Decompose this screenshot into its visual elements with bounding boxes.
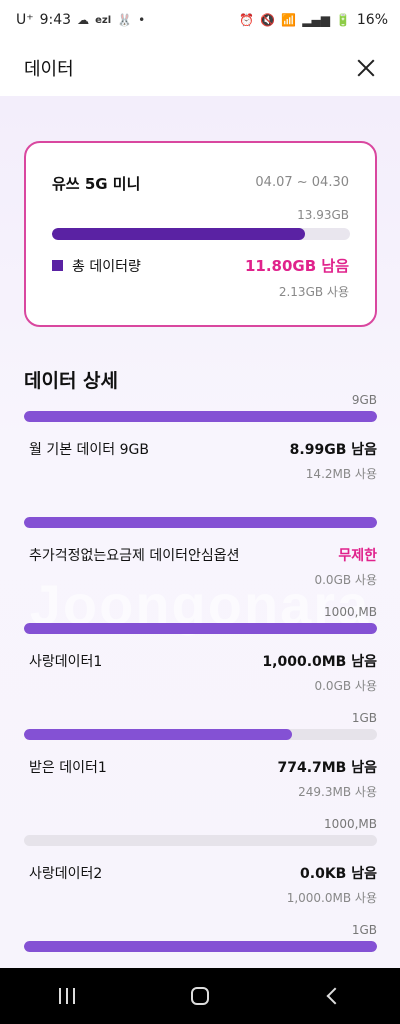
detail-name: 사랑데이터2 [29, 866, 103, 882]
notif-text: ezl [95, 14, 112, 26]
rabbit-icon: 🐰 [117, 13, 133, 27]
detail-used: 1,000.0MB 사용 [286, 891, 377, 905]
status-left: U⁺ 9:43 ☁ ezl 🐰 • [16, 12, 145, 28]
detail-progress-track [24, 941, 377, 952]
signal-icon: ▂▄▆ [302, 13, 330, 27]
content-area[interactable]: 유쓰 5G 미니 04.07 ~ 04.30 13.93GB 총 데이터량 11… [0, 96, 400, 968]
detail-limit: 9GB [351, 393, 377, 407]
dot-icon: • [138, 13, 146, 27]
summary-progress-fill [52, 228, 306, 240]
detail-item: 9GB 월 기본 데이터 9GB 8.99GB 남음 14.2MB 사용 [0, 386, 400, 492]
detail-name: 사랑데이터1 [29, 654, 103, 670]
app-header: 데이터 [0, 40, 400, 96]
detail-name: 월 기본 데이터 9GB [29, 442, 149, 458]
plan-name: 유쓰 5G 미니 [52, 175, 141, 193]
status-right: ⏰ 🔇 📶 ▂▄▆ 🔋 16% [239, 12, 388, 28]
detail-remaining: 8.99GB 남음 [289, 442, 377, 458]
back-icon [326, 987, 344, 1005]
wifi-icon: 📶 [281, 13, 297, 27]
detail-progress-track [24, 623, 377, 634]
plan-total: 13.93GB [297, 208, 349, 222]
summary-progress-track [52, 228, 350, 240]
detail-limit: 1GB [351, 711, 377, 725]
detail-item: 추가걱정없는요금제 데이터안심옵션 무제한 0.0GB 사용 [0, 492, 400, 598]
battery-icon: 🔋 [335, 13, 351, 27]
detail-item: 1000,MB 사랑데이터2 0.0KB 남음 1,000.0MB 사용 [0, 810, 400, 916]
detail-list: 9GB 월 기본 데이터 9GB 8.99GB 남음 14.2MB 사용추가걱정없는요… [0, 386, 400, 968]
close-icon[interactable] [352, 54, 380, 82]
detail-used: 0.0GB 사용 [314, 679, 377, 693]
detail-progress-track [24, 517, 377, 528]
status-bar: U⁺ 9:43 ☁ ezl 🐰 • ⏰ 🔇 📶 ▂▄▆ 🔋 16% [0, 0, 400, 40]
carrier-label: U⁺ [16, 12, 34, 28]
detail-name: 추가걱정없는요금제 데이터안심옵션 [29, 548, 240, 564]
alarm-icon: ⏰ [239, 13, 255, 27]
detail-item: 1GB 받은 데이터1 774.7MB 남음 249.3MB 사용 [0, 704, 400, 810]
detail-item: 1000,MB 사랑데이터1 1,000.0MB 남음 0.0GB 사용 [0, 598, 400, 704]
detail-remaining: 무제한 [338, 548, 377, 564]
recents-icon [58, 988, 75, 1004]
detail-progress-fill [24, 411, 377, 422]
detail-progress-track [24, 411, 377, 422]
detail-remaining: 774.7MB 남음 [277, 760, 377, 776]
home-icon [190, 987, 209, 1005]
detail-progress-track [24, 729, 377, 740]
cloud-icon: ☁ [77, 13, 90, 27]
detail-limit: 1000,MB [324, 817, 377, 831]
time-label: 9:43 [39, 12, 72, 28]
page-title: 데이터 [24, 59, 74, 80]
detail-progress-track [24, 835, 377, 846]
detail-remaining: 0.0KB 남음 [300, 866, 377, 882]
back-button[interactable] [303, 976, 363, 1016]
mute-icon: 🔇 [260, 13, 276, 27]
detail-used: 0.0GB 사용 [314, 573, 377, 587]
detail-progress-fill [24, 941, 377, 952]
detail-used: 249.3MB 사용 [298, 785, 377, 799]
detail-progress-fill [24, 517, 377, 528]
summary-used: 2.13GB 사용 [278, 285, 349, 299]
plan-period: 04.07 ~ 04.30 [255, 175, 349, 190]
battery-label: 16% [356, 12, 388, 28]
detail-limit: 1GB [351, 923, 377, 937]
summary-remaining: 11.80GB 남음 [244, 257, 349, 275]
legend-square [52, 260, 63, 271]
navigation-bar [0, 968, 400, 1024]
detail-item: 1GB받은 데이터21.00GB 남음 [0, 916, 400, 968]
recents-button[interactable] [37, 976, 97, 1016]
detail-progress-fill [24, 623, 377, 634]
detail-name: 받은 데이터1 [29, 760, 107, 776]
detail-remaining: 1,000.0MB 남음 [262, 654, 377, 670]
home-button[interactable] [170, 976, 230, 1016]
detail-used: 14.2MB 사용 [305, 467, 377, 481]
legend-label: 총 데이터량 [72, 259, 141, 275]
detail-progress-fill [24, 729, 293, 740]
summary-card: 유쓰 5G 미니 04.07 ~ 04.30 13.93GB 총 데이터량 11… [24, 141, 377, 327]
detail-limit: 1000,MB [324, 605, 377, 619]
